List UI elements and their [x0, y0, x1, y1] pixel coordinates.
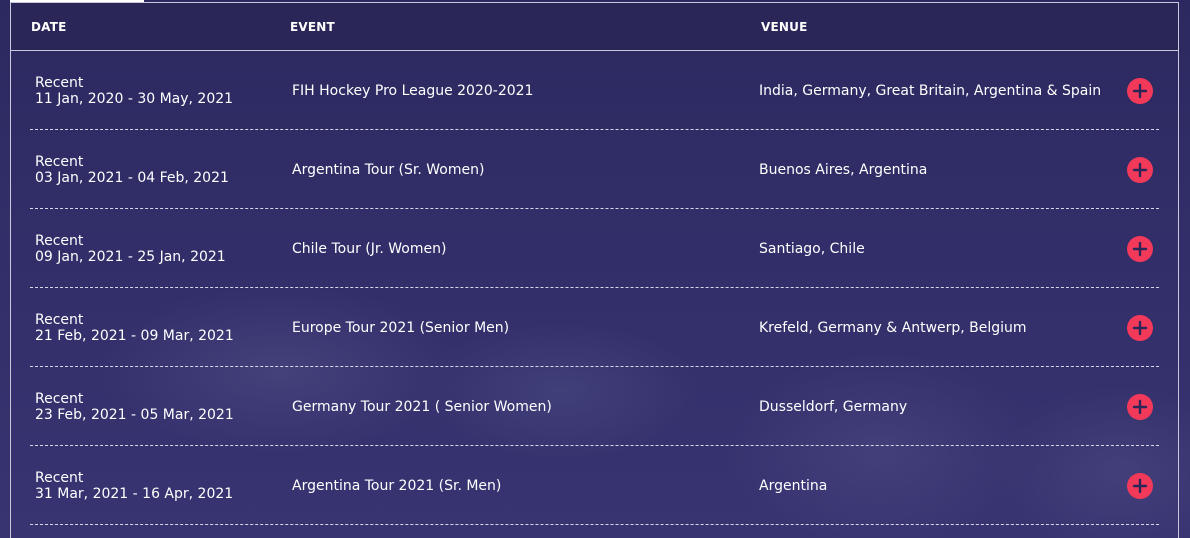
event-name: FIH Hockey Pro League 2020-2021	[292, 83, 534, 99]
date-range: 31 Mar, 2021 - 16 Apr, 2021	[35, 486, 234, 502]
date-cell: Recent 09 Jan, 2021 - 25 Jan, 2021	[35, 233, 226, 265]
status-label: Recent	[35, 312, 84, 328]
table-row: Recent 23 Feb, 2021 - 05 Mar, 2021 Germa…	[30, 367, 1159, 446]
table-row: Recent 09 Jan, 2021 - 25 Jan, 2021 Chile…	[30, 209, 1159, 288]
date-cell: Recent 03 Jan, 2021 - 04 Feb, 2021	[35, 154, 229, 186]
venue-name: Dusseldorf, Germany	[759, 399, 908, 415]
date-cell: Recent 11 Jan, 2020 - 30 May, 2021	[35, 75, 233, 107]
plus-icon	[1132, 162, 1148, 178]
venue-name: Argentina	[759, 478, 828, 494]
expand-button[interactable]	[1127, 394, 1153, 420]
plus-icon	[1132, 399, 1148, 415]
date-cell: Recent 31 Mar, 2021 - 16 Apr, 2021	[35, 470, 233, 502]
status-label: Recent	[35, 233, 84, 249]
schedule-page: DATE EVENT VENUE Recent 11 Jan, 2020 - 3…	[0, 0, 1190, 538]
venue-name: Buenos Aires, Argentina	[759, 162, 928, 178]
header-venue: VENUE	[761, 20, 808, 34]
date-cell: Recent 23 Feb, 2021 - 05 Mar, 2021	[35, 391, 234, 423]
event-name: Germany Tour 2021 ( Senior Women)	[292, 399, 552, 415]
header-date: DATE	[31, 20, 67, 34]
expand-button[interactable]	[1127, 473, 1153, 499]
date-range: 11 Jan, 2020 - 30 May, 2021	[35, 91, 234, 107]
date-range: 21 Feb, 2021 - 09 Mar, 2021	[35, 328, 234, 344]
expand-button[interactable]	[1127, 315, 1153, 341]
venue-name: Krefeld, Germany & Antwerp, Belgium	[759, 320, 1027, 336]
event-name: Europe Tour 2021 (Senior Men)	[292, 320, 510, 336]
date-cell: Recent 21 Feb, 2021 - 09 Mar, 2021	[35, 312, 234, 344]
date-range: 23 Feb, 2021 - 05 Mar, 2021	[35, 407, 234, 423]
table-row: Recent 31 Mar, 2021 - 16 Apr, 2021 Argen…	[30, 446, 1159, 525]
schedule-list: Recent 11 Jan, 2020 - 30 May, 2021 FIH H…	[30, 51, 1159, 525]
table-header: DATE EVENT VENUE	[11, 3, 1178, 51]
event-name: Chile Tour (Jr. Women)	[292, 241, 447, 257]
table-row: Recent 21 Feb, 2021 - 09 Mar, 2021 Europ…	[30, 288, 1159, 367]
expand-button[interactable]	[1127, 78, 1153, 104]
status-label: Recent	[35, 470, 84, 486]
plus-icon	[1132, 320, 1148, 336]
expand-button[interactable]	[1127, 157, 1153, 183]
event-name: Argentina Tour (Sr. Women)	[292, 162, 485, 178]
date-range: 09 Jan, 2021 - 25 Jan, 2021	[35, 249, 226, 265]
status-label: Recent	[35, 75, 84, 91]
status-label: Recent	[35, 391, 84, 407]
venue-name: India, Germany, Great Britain, Argentina…	[759, 83, 1102, 99]
table-row: Recent 03 Jan, 2021 - 04 Feb, 2021 Argen…	[30, 130, 1159, 209]
event-name: Argentina Tour 2021 (Sr. Men)	[292, 478, 502, 494]
plus-icon	[1132, 478, 1148, 494]
expand-button[interactable]	[1127, 236, 1153, 262]
plus-icon	[1132, 83, 1148, 99]
table-row: Recent 11 Jan, 2020 - 30 May, 2021 FIH H…	[30, 51, 1159, 130]
header-event: EVENT	[290, 20, 335, 34]
date-range: 03 Jan, 2021 - 04 Feb, 2021	[35, 170, 229, 186]
plus-icon	[1132, 241, 1148, 257]
status-label: Recent	[35, 154, 84, 170]
venue-name: Santiago, Chile	[759, 241, 865, 257]
